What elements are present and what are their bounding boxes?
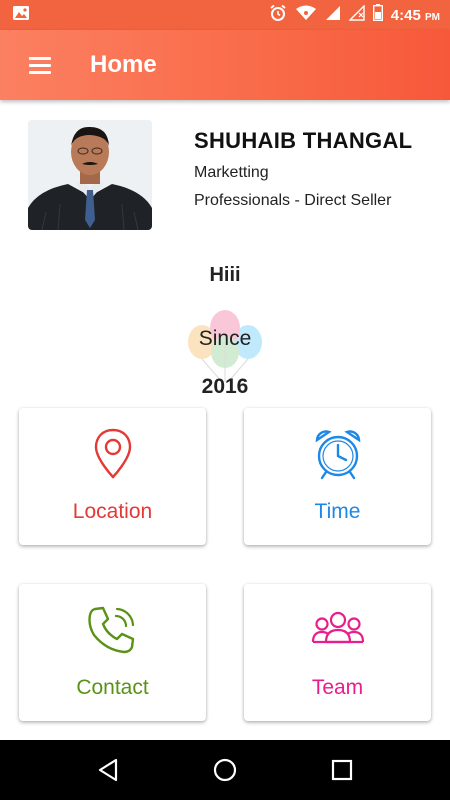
signal-empty-icon xyxy=(348,3,365,26)
system-nav-bar xyxy=(0,740,450,800)
app-bar: Home xyxy=(0,30,450,100)
menu-button[interactable] xyxy=(20,45,60,85)
signal-full-icon xyxy=(325,5,341,26)
greeting-text: Hiii xyxy=(209,264,241,286)
profile-name: SHUHAIB THANGAL xyxy=(194,128,413,153)
profile-role: Marketting xyxy=(194,164,269,181)
contact-label: Contact xyxy=(76,676,149,699)
wifi-icon xyxy=(295,5,317,26)
time-label: Time xyxy=(314,500,361,523)
page-title: Home xyxy=(90,51,157,78)
team-group-icon xyxy=(244,604,431,656)
alarm-clock-icon xyxy=(244,428,431,480)
since-year: 2016 xyxy=(201,375,249,398)
home-button[interactable] xyxy=(205,750,245,790)
profile-company: Professionals - Direct Seller xyxy=(194,192,392,209)
location-card[interactable]: Location xyxy=(19,408,206,545)
back-triangle-icon xyxy=(99,758,118,782)
team-label: Team xyxy=(311,676,364,699)
back-button[interactable] xyxy=(88,750,128,790)
profile-section: SHUHAIB THANGAL Marketting Professionals… xyxy=(0,100,450,260)
contact-card[interactable]: Contact xyxy=(19,584,206,721)
recents-square-icon xyxy=(331,759,352,781)
since-label: Since xyxy=(198,327,252,350)
location-label: Location xyxy=(72,500,153,523)
team-card[interactable]: Team xyxy=(244,584,431,721)
home-circle-icon xyxy=(213,758,237,782)
battery-icon xyxy=(372,4,383,26)
status-time: 4:45 PM xyxy=(390,6,440,24)
phone-ringing-icon xyxy=(19,604,206,656)
status-bar: 4:45 PM xyxy=(0,0,450,30)
time-card[interactable]: Time xyxy=(244,408,431,545)
map-pin-icon xyxy=(19,428,206,480)
profile-photo xyxy=(28,120,152,230)
alarm-status-icon xyxy=(269,4,287,27)
gallery-notification-icon xyxy=(12,5,30,26)
hamburger-icon xyxy=(29,56,51,60)
recents-button[interactable] xyxy=(322,750,362,790)
